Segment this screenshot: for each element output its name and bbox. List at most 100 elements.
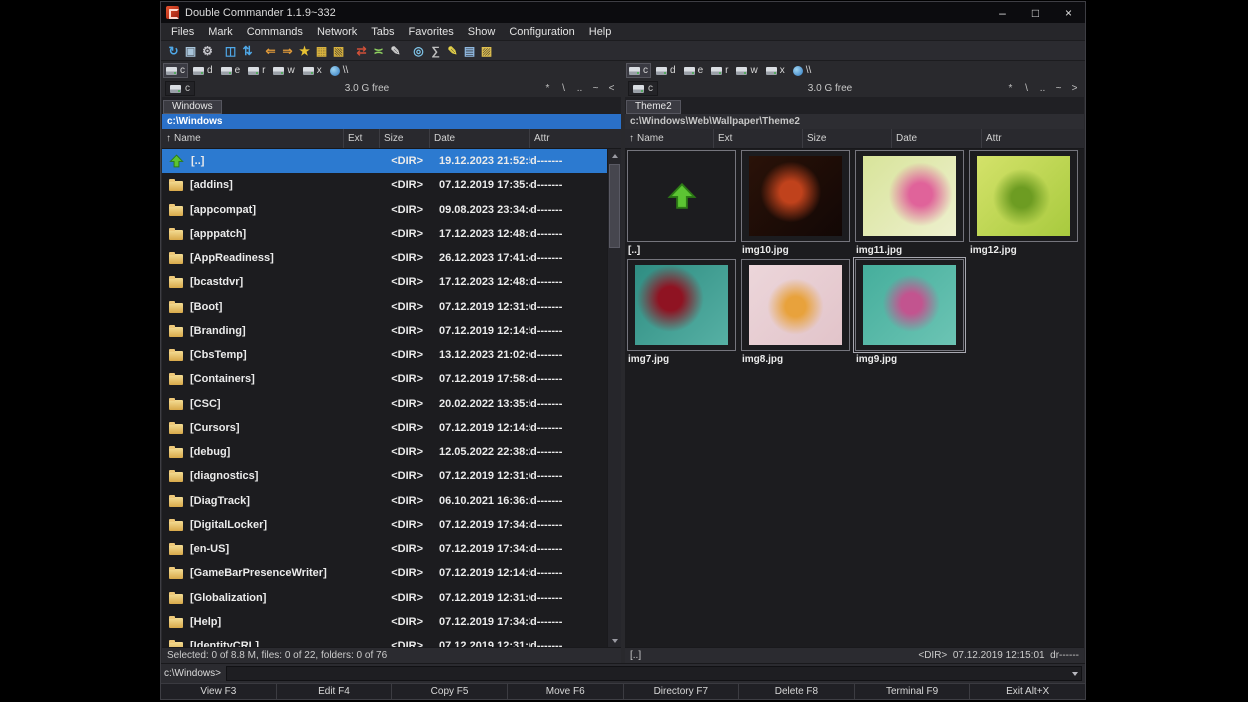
file-row[interactable]: [addins]<DIR>07.12.2019 17:35:43d------- bbox=[162, 173, 608, 197]
maximize-button[interactable]: □ bbox=[1019, 2, 1052, 23]
close-button[interactable]: × bbox=[1052, 2, 1085, 23]
file-row[interactable]: [DiagTrack]<DIR>06.10.2021 16:36:17d----… bbox=[162, 489, 608, 513]
menu-item-configuration[interactable]: Configuration bbox=[502, 26, 581, 38]
column-header-size[interactable]: Size bbox=[380, 129, 430, 148]
panel-button-parent[interactable]: .. bbox=[1036, 83, 1049, 94]
panel-button-root[interactable]: \ bbox=[557, 83, 570, 94]
fn-button-move-f6[interactable]: Move F6 bbox=[508, 684, 624, 699]
file-row[interactable]: [en-US]<DIR>07.12.2019 17:34:32d------- bbox=[162, 537, 608, 561]
search-icon[interactable]: ◎ bbox=[410, 42, 427, 59]
file-row[interactable]: [AppReadiness]<DIR>26.12.2023 17:41:40d-… bbox=[162, 246, 608, 270]
copy-right-icon[interactable]: ⇒ bbox=[279, 42, 296, 59]
fn-button-view-f3[interactable]: View F3 bbox=[161, 684, 277, 699]
panel-button-home[interactable]: ~ bbox=[1052, 83, 1065, 94]
file-row[interactable]: [bcastdvr]<DIR>17.12.2023 12:48:17d-----… bbox=[162, 270, 608, 294]
drive-button-w[interactable]: w bbox=[733, 63, 760, 78]
combo-dropdown-button[interactable] bbox=[1067, 666, 1082, 681]
extract-icon[interactable]: ▧ bbox=[330, 42, 347, 59]
thumbnail-parent-dir[interactable]: [..] bbox=[627, 150, 741, 259]
thumbnail-img12-jpg[interactable]: img12.jpg bbox=[969, 150, 1083, 259]
left-path-bar[interactable]: c:\Windows bbox=[162, 114, 621, 129]
file-row[interactable]: [CbsTemp]<DIR>13.12.2023 21:02:03d------… bbox=[162, 343, 608, 367]
fn-button-exit-alt-x[interactable]: Exit Alt+X bbox=[970, 684, 1085, 699]
drive-button-c[interactable]: c bbox=[626, 63, 651, 78]
file-row[interactable]: [DigitalLocker]<DIR>07.12.2019 17:34:32d… bbox=[162, 513, 608, 537]
tab-windows[interactable]: Windows bbox=[163, 100, 222, 114]
copy-left-icon[interactable]: ⇐ bbox=[262, 42, 279, 59]
menu-item-network[interactable]: Network bbox=[310, 26, 364, 38]
panel-button-history[interactable]: < bbox=[605, 83, 618, 94]
menu-item-files[interactable]: Files bbox=[164, 26, 201, 38]
left-drive-combo[interactable]: c bbox=[165, 81, 195, 96]
drive-button-e[interactable]: e bbox=[681, 63, 707, 78]
scrollbar-thumb[interactable] bbox=[609, 164, 620, 248]
drive-button-r[interactable]: r bbox=[708, 63, 731, 78]
file-row[interactable]: [Cursors]<DIR>07.12.2019 12:14:54d------… bbox=[162, 416, 608, 440]
fn-button-terminal-f9[interactable]: Terminal F9 bbox=[855, 684, 971, 699]
file-row[interactable]: [GameBarPresenceWriter]<DIR>07.12.2019 1… bbox=[162, 561, 608, 585]
menu-item-help[interactable]: Help bbox=[582, 26, 619, 38]
sort-order-icon[interactable]: ⇅ bbox=[239, 42, 256, 59]
thumbnail-img9-jpg[interactable]: img9.jpg bbox=[855, 259, 969, 368]
menu-item-commands[interactable]: Commands bbox=[240, 26, 310, 38]
tab-theme2[interactable]: Theme2 bbox=[626, 100, 681, 114]
thumbnail-img8-jpg[interactable]: img8.jpg bbox=[741, 259, 855, 368]
vertical-panels-icon[interactable]: ◫ bbox=[222, 42, 239, 59]
file-row[interactable]: [CSC]<DIR>20.02.2022 13:35:56d------- bbox=[162, 392, 608, 416]
menu-item-tabs[interactable]: Tabs bbox=[364, 26, 401, 38]
folder-tools-icon[interactable]: ▨ bbox=[478, 42, 495, 59]
column-header-date[interactable]: Date bbox=[430, 129, 530, 148]
drive-button-network[interactable]: \\ bbox=[327, 63, 352, 78]
column-header-ext[interactable]: Ext bbox=[344, 129, 380, 148]
file-row[interactable]: [Help]<DIR>07.12.2019 17:34:32d------- bbox=[162, 610, 608, 634]
fn-button-directory-f7[interactable]: Directory F7 bbox=[624, 684, 740, 699]
drive-button-network[interactable]: \\ bbox=[790, 63, 815, 78]
drive-button-w[interactable]: w bbox=[270, 63, 297, 78]
drive-button-d[interactable]: d bbox=[190, 63, 216, 78]
file-row[interactable]: [diagnostics]<DIR>07.12.2019 12:31:03d--… bbox=[162, 464, 608, 488]
drive-button-e[interactable]: e bbox=[218, 63, 244, 78]
right-path-bar[interactable]: c:\Windows\Web\Wallpaper\Theme2 bbox=[625, 114, 1084, 129]
left-scrollbar[interactable] bbox=[607, 149, 621, 647]
title-bar[interactable]: Double Commander 1.1.9~332 – □ × bbox=[161, 2, 1085, 23]
thumbnail-img11-jpg[interactable]: img11.jpg bbox=[855, 150, 969, 259]
minimize-button[interactable]: – bbox=[986, 2, 1019, 23]
file-row[interactable]: [apppatch]<DIR>17.12.2023 12:48:17d-----… bbox=[162, 222, 608, 246]
file-row[interactable]: [Globalization]<DIR>07.12.2019 12:31:03d… bbox=[162, 586, 608, 610]
panel-button-home[interactable]: ~ bbox=[589, 83, 602, 94]
checksum-icon[interactable]: ∑ bbox=[427, 42, 444, 59]
multi-rename-icon[interactable]: ✎ bbox=[387, 42, 404, 59]
file-row[interactable]: [Branding]<DIR>07.12.2019 12:14:52d-----… bbox=[162, 319, 608, 343]
pack-icon[interactable]: ▦ bbox=[313, 42, 330, 59]
fn-button-copy-f5[interactable]: Copy F5 bbox=[392, 684, 508, 699]
drive-button-d[interactable]: d bbox=[653, 63, 679, 78]
menu-item-mark[interactable]: Mark bbox=[201, 26, 239, 38]
file-row[interactable]: [..]<DIR>19.12.2023 21:52:53d------- bbox=[162, 149, 608, 173]
thumbnail-img10-jpg[interactable]: img10.jpg bbox=[741, 150, 855, 259]
file-row[interactable]: [IdentityCRL]<DIR>07.12.2019 12:31:03d--… bbox=[162, 634, 608, 647]
file-row[interactable]: [Boot]<DIR>07.12.2019 12:31:03d------- bbox=[162, 295, 608, 319]
column-header-attr[interactable]: Attr bbox=[982, 129, 1084, 148]
scroll-up-button[interactable] bbox=[608, 149, 621, 162]
panel-button-star[interactable]: * bbox=[541, 83, 554, 94]
options-icon[interactable]: ⚙ bbox=[199, 42, 216, 59]
column-header-attr[interactable]: Attr bbox=[530, 129, 621, 148]
column-header-name[interactable]: ↑Name bbox=[162, 129, 344, 148]
favorites-icon[interactable]: ★ bbox=[296, 42, 313, 59]
scroll-down-button[interactable] bbox=[608, 634, 621, 647]
drive-button-c[interactable]: c bbox=[163, 63, 188, 78]
column-header-date[interactable]: Date bbox=[892, 129, 982, 148]
panel-button-root[interactable]: \ bbox=[1020, 83, 1033, 94]
panel-button-history[interactable]: > bbox=[1068, 83, 1081, 94]
sync-dirs-icon[interactable]: ⇄ bbox=[353, 42, 370, 59]
drive-button-x[interactable]: x bbox=[763, 63, 788, 78]
fn-button-delete-f8[interactable]: Delete F8 bbox=[739, 684, 855, 699]
command-line-input[interactable] bbox=[226, 666, 1082, 681]
right-drive-combo[interactable]: c bbox=[628, 81, 658, 96]
menu-item-show[interactable]: Show bbox=[461, 26, 503, 38]
file-row[interactable]: [Containers]<DIR>07.12.2019 17:58:40d---… bbox=[162, 367, 608, 391]
refresh-icon[interactable]: ↻ bbox=[165, 42, 182, 59]
menu-item-favorites[interactable]: Favorites bbox=[402, 26, 461, 38]
drive-button-x[interactable]: x bbox=[300, 63, 325, 78]
column-header-size[interactable]: Size bbox=[803, 129, 892, 148]
